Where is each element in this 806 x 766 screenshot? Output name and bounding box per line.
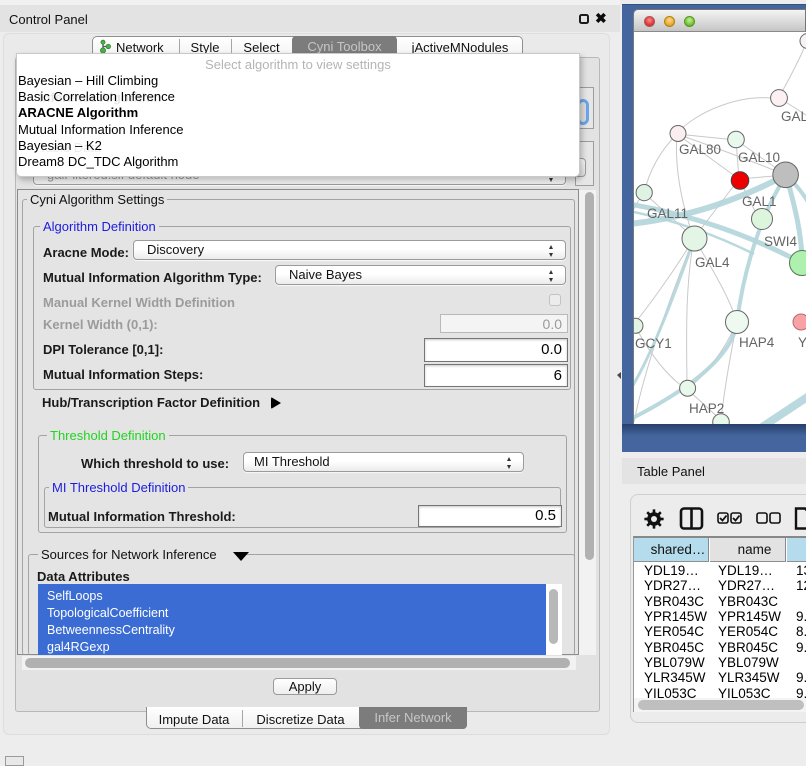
svg-text:GAL7: GAL7	[781, 109, 806, 124]
svg-text:GAL10: GAL10	[738, 150, 780, 165]
svg-text:GAL4: GAL4	[695, 255, 730, 270]
svg-text:GAL11: GAL11	[647, 206, 688, 221]
svg-text:Y: Y	[798, 335, 806, 350]
svg-text:HAP2: HAP2	[689, 401, 724, 416]
svg-text:GCY1: GCY1	[635, 336, 672, 351]
svg-text:GAL1: GAL1	[742, 194, 777, 209]
svg-text:GAL80: GAL80	[679, 142, 721, 157]
svg-text:SWI4: SWI4	[764, 234, 797, 249]
svg-text:HAP4: HAP4	[739, 335, 775, 350]
